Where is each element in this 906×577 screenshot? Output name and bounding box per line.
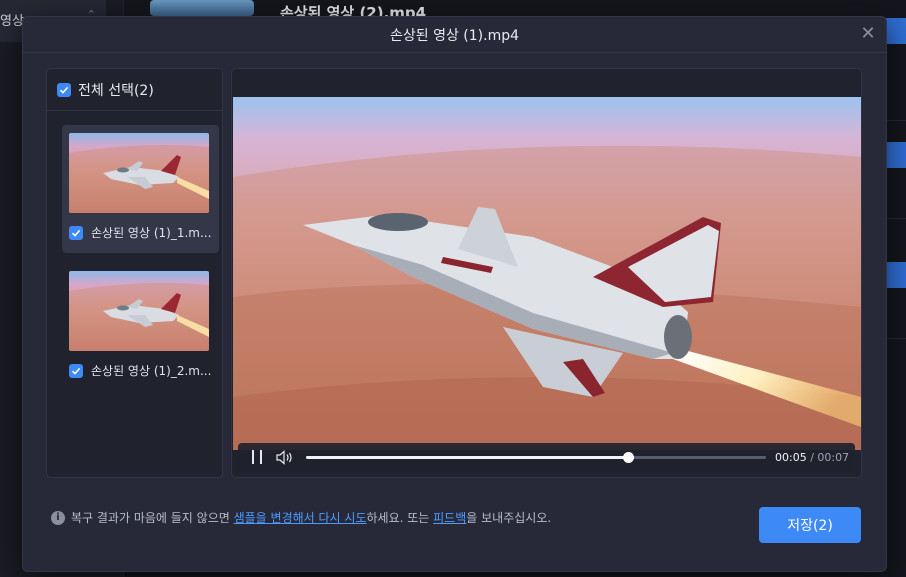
footer-text-before: 복구 결과가 마음에 들지 않으면 <box>71 511 234 525</box>
close-icon[interactable]: ✕ <box>858 24 878 44</box>
pause-icon[interactable] <box>250 450 264 464</box>
current-time: 00:05 <box>775 451 807 464</box>
sample-list-item[interactable]: 손상된 영상 (1)_2.m... <box>62 263 219 391</box>
video-preview-panel: 00:05 / 00:07 <box>231 68 862 478</box>
sample-thumbnail <box>69 271 209 351</box>
background-sidebar-item-label: 영상 <box>0 14 24 29</box>
checkbox-checked-icon[interactable] <box>69 226 83 240</box>
footer-text-middle: 하세요. 또는 <box>366 511 434 525</box>
sample-list-panel: 전체 선택(2) 손상된 영상 (1)_1.m... 손상된 영상 (1)_2.… <box>46 68 223 478</box>
seek-bar-progress <box>306 456 628 459</box>
dialog-header: 손상된 영상 (1).mp4 ✕ <box>23 17 886 53</box>
sample-thumbnail <box>69 133 209 213</box>
select-all-label: 전체 선택(2) <box>78 82 154 99</box>
player-controls: 00:05 / 00:07 <box>238 443 855 472</box>
footer-text: 복구 결과가 마음에 들지 않으면 샘플을 변경해서 다시 시도하세요. 또는 … <box>71 510 561 526</box>
dialog-title: 손상된 영상 (1).mp4 <box>389 28 519 44</box>
select-all-row[interactable]: 전체 선택(2) <box>47 69 222 111</box>
sample-label: 손상된 영상 (1)_1.m... <box>91 226 212 240</box>
video-frame[interactable] <box>233 97 861 450</box>
sample-label: 손상된 영상 (1)_2.m... <box>91 364 212 378</box>
checkbox-checked-icon[interactable] <box>69 364 83 378</box>
save-button[interactable]: 저장(2) <box>759 507 861 543</box>
footer-text-after: 을 보내주십시오. <box>466 511 552 525</box>
preview-dialog: 손상된 영상 (1).mp4 ✕ 전체 선택(2) 손상된 영상 (1)_1.m… <box>22 16 887 572</box>
footer-notice: i 복구 결과가 마음에 들지 않으면 샘플을 변경해서 다시 시도하세요. 또… <box>51 510 561 526</box>
change-sample-link[interactable]: 샘플을 변경해서 다시 시도 <box>234 511 367 525</box>
sample-list-item[interactable]: 손상된 영상 (1)_1.m... <box>62 125 219 253</box>
seek-handle[interactable] <box>623 452 634 463</box>
time-display: 00:05 / 00:07 <box>775 451 849 464</box>
seek-bar[interactable] <box>306 452 766 463</box>
total-duration: 00:07 <box>817 451 850 464</box>
background-thumbnail <box>150 0 254 16</box>
time-separator: / <box>810 451 814 464</box>
info-icon: i <box>51 511 65 525</box>
checkbox-checked-icon[interactable] <box>57 82 71 97</box>
feedback-link[interactable]: 피드백 <box>433 511 466 525</box>
volume-icon[interactable] <box>276 450 294 465</box>
